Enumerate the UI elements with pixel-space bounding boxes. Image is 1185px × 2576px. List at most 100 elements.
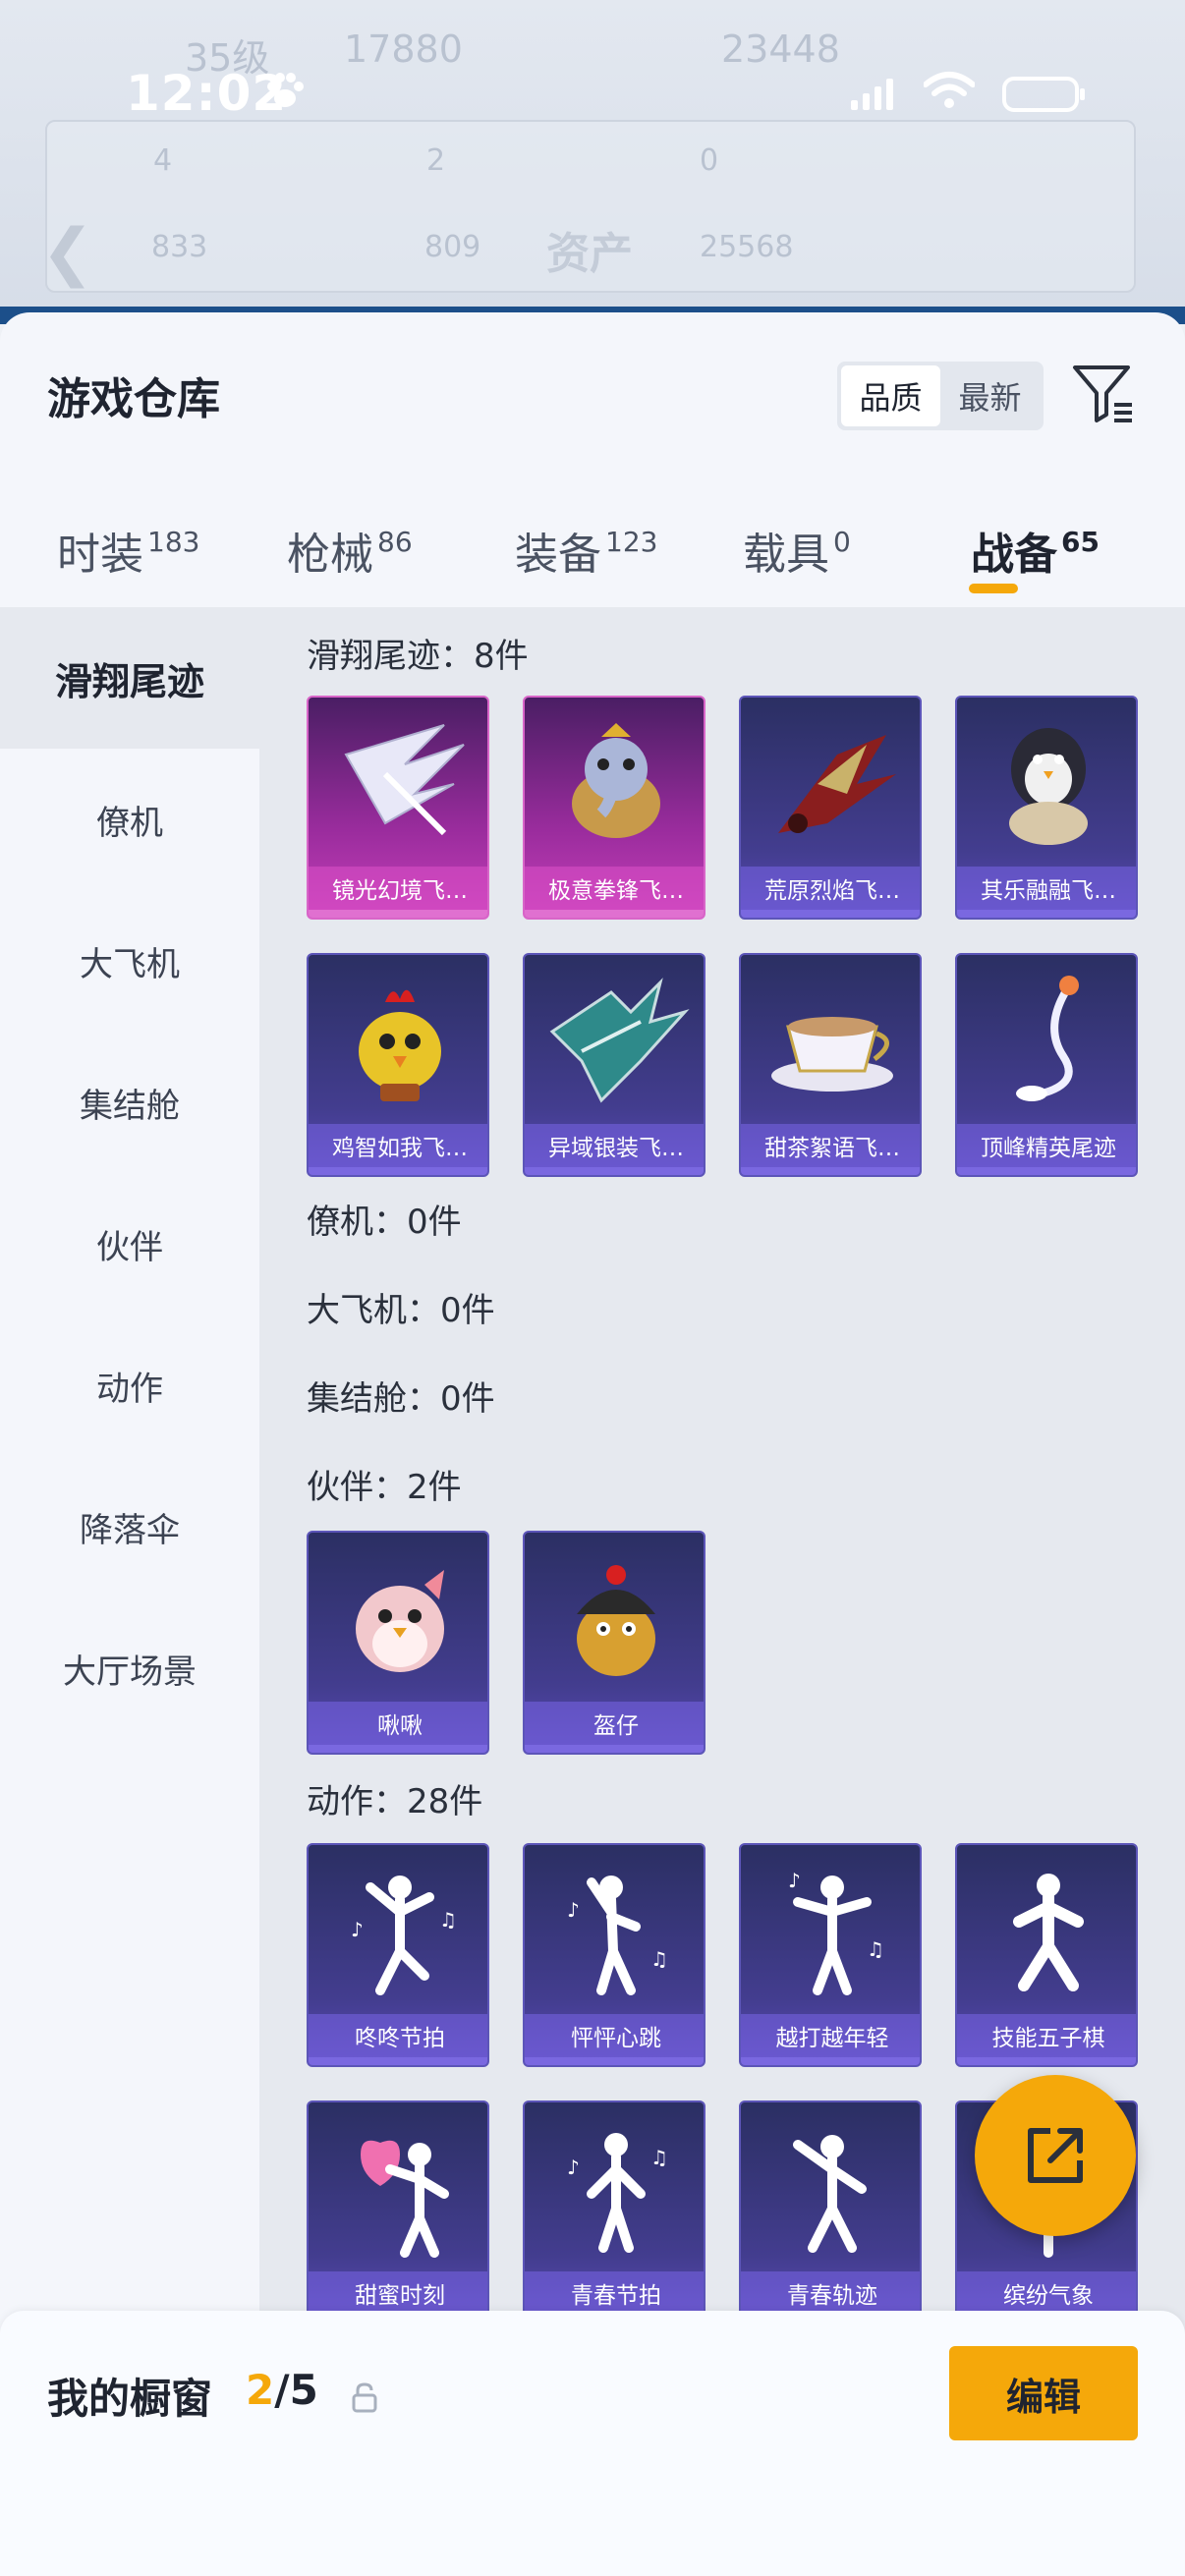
item-card[interactable]: 荒原烈焰飞…: [739, 696, 922, 920]
svg-text:♪: ♪: [788, 1869, 801, 1892]
bg-stat: 2: [426, 143, 446, 178]
silver-wing-icon: [549, 978, 690, 1103]
item-art: [309, 1533, 487, 1706]
section-label-capsule: 集结舱：0件: [307, 1379, 495, 1419]
edit-button[interactable]: 编辑: [949, 2346, 1138, 2440]
elephant-boxer-icon: [572, 723, 660, 838]
pink-bird-icon: [356, 1570, 444, 1672]
item-card[interactable]: 鸡智如我飞…: [307, 953, 489, 1177]
bg-stat: 809: [424, 230, 481, 264]
tab-equipment[interactable]: 装备 123: [515, 519, 657, 582]
sidebar-item-glide-trail[interactable]: 滑翔尾迹: [0, 607, 259, 749]
sidebar-item-lobby-scene[interactable]: 大厅场景: [0, 1597, 259, 1739]
sidebar-item-wingman[interactable]: 僚机: [0, 749, 259, 890]
item-card[interactable]: 盔仔: [523, 1531, 705, 1755]
svg-text:♪: ♪: [567, 2156, 580, 2179]
item-art: [957, 955, 1136, 1128]
background-page: 35级 17880 23448 4 2 0 ❮ 833 809 资产 25568…: [0, 0, 1185, 324]
item-card[interactable]: 镜光幻境飞…: [307, 696, 489, 920]
paw-icon: [267, 73, 304, 107]
flame-glider-icon: [778, 735, 896, 833]
item-name: 甜茶絮语飞…: [741, 1124, 920, 1167]
item-art: [525, 1533, 704, 1706]
item-name: 技能五子棋: [957, 2014, 1136, 2057]
filter-icon[interactable]: [1071, 362, 1136, 426]
dancer-icon: [1013, 1874, 1084, 1991]
tab-count: 123: [605, 526, 658, 558]
item-card[interactable]: ♪ ♫ 咚咚节拍: [307, 1843, 489, 2067]
item-card[interactable]: 顶峰精英尾迹: [955, 953, 1138, 1177]
helmet-chick-icon: [577, 1565, 655, 1676]
item-name: 甜蜜时刻: [309, 2271, 487, 2315]
item-card[interactable]: ♪ ♫ 越打越年轻: [739, 1843, 922, 2067]
chicken-icon: [359, 989, 441, 1101]
share-icon: [1028, 2128, 1083, 2183]
bg-stat: 833: [151, 230, 208, 264]
item-card[interactable]: 甜茶絮语飞…: [739, 953, 922, 1177]
section-label-emote: 动作：28件: [307, 1782, 483, 1821]
sidebar: 滑翔尾迹 僚机 大飞机 集结舱 伙伴 动作 降落伞 大厅场景: [0, 607, 259, 2576]
item-art: [741, 698, 920, 870]
svg-text:♫: ♫: [867, 1937, 884, 1961]
item-art: ♪ ♫: [525, 2102, 704, 2275]
tab-count: 0: [833, 526, 851, 558]
teacup-icon: [771, 1017, 893, 1092]
dancer-icon: [793, 2135, 867, 2253]
showcase-count: 2/5: [246, 2366, 318, 2414]
item-name: 极意拳锋飞…: [525, 867, 704, 910]
bg-stat: 4: [153, 143, 173, 178]
item-card[interactable]: 青春轨迹: [739, 2100, 922, 2324]
signal-icon: [851, 79, 893, 110]
section-label-wingman: 僚机：0件: [307, 1203, 462, 1242]
dancer-heart-icon: [361, 2140, 449, 2258]
item-card[interactable]: 异域银装飞…: [523, 953, 705, 1177]
item-art: [957, 1845, 1136, 2018]
showcase-label: 我的橱窗: [47, 2375, 213, 2423]
sidebar-item-capsule[interactable]: 集结舱: [0, 1032, 259, 1173]
wifi-icon: [924, 72, 975, 108]
svg-text:♪: ♪: [567, 1898, 580, 1922]
page-title: 游戏仓库: [47, 374, 220, 424]
item-card[interactable]: ♪ ♫ 怦怦心跳: [523, 1843, 705, 2067]
item-art: ♪ ♫: [309, 1845, 487, 2018]
share-button[interactable]: [975, 2075, 1136, 2236]
item-card[interactable]: ♪ ♫ 青春节拍: [523, 2100, 705, 2324]
item-card[interactable]: 其乐融融飞…: [955, 696, 1138, 920]
item-art: [309, 955, 487, 1128]
dancer-icon: ♪♫: [788, 1869, 884, 1995]
section-label-plane: 大飞机：0件: [307, 1291, 495, 1330]
item-name: 咚咚节拍: [309, 2014, 487, 2057]
bg-assets-label: 资产: [546, 229, 633, 279]
active-tab-indicator: [969, 584, 1018, 593]
bg-stat: 0: [700, 143, 719, 178]
item-card[interactable]: 啾啾: [307, 1531, 489, 1755]
dancer-icon: ♪♫: [567, 1876, 668, 1995]
item-name: 越打越年轻: [741, 2014, 920, 2057]
item-card[interactable]: 甜蜜时刻: [307, 2100, 489, 2324]
sort-quality-button[interactable]: 品质: [841, 365, 940, 426]
tab-fashion[interactable]: 时装 183: [57, 519, 199, 582]
item-art: ♪ ♫: [525, 1845, 704, 2018]
item-card[interactable]: 技能五子棋: [955, 1843, 1138, 2067]
item-card[interactable]: 极意拳锋飞…: [523, 696, 705, 920]
penguin-balloon-icon: [1009, 728, 1088, 845]
sidebar-item-partner[interactable]: 伙伴: [0, 1173, 259, 1315]
item-name: 鸡智如我飞…: [309, 1124, 487, 1167]
back-arrow-icon[interactable]: ❮: [41, 216, 94, 289]
item-art: [525, 698, 704, 870]
tab-war-gear[interactable]: 战备 65: [971, 519, 1100, 582]
item-name: 缤纷气象: [957, 2271, 1136, 2315]
warehouse-sheet: 游戏仓库 品质 最新 时装 183 枪械 86 装备 123 载具 0 战备 65 滑翔尾…: [0, 312, 1185, 2576]
tab-count: 183: [147, 526, 200, 558]
svg-text:♫: ♫: [439, 1908, 457, 1932]
sidebar-item-emote[interactable]: 动作: [0, 1315, 259, 1456]
section-label-partner: 伙伴：2件: [307, 1468, 462, 1507]
sort-newest-button[interactable]: 最新: [940, 365, 1040, 426]
wing-icon: [344, 724, 465, 836]
item-art: [741, 955, 920, 1128]
sidebar-item-plane[interactable]: 大飞机: [0, 890, 259, 1032]
item-art: ♪ ♫: [741, 1845, 920, 2018]
tab-vehicles[interactable]: 载具 0: [743, 519, 851, 582]
tab-firearms[interactable]: 枪械 86: [287, 519, 413, 582]
sidebar-item-parachute[interactable]: 降落伞: [0, 1456, 259, 1597]
